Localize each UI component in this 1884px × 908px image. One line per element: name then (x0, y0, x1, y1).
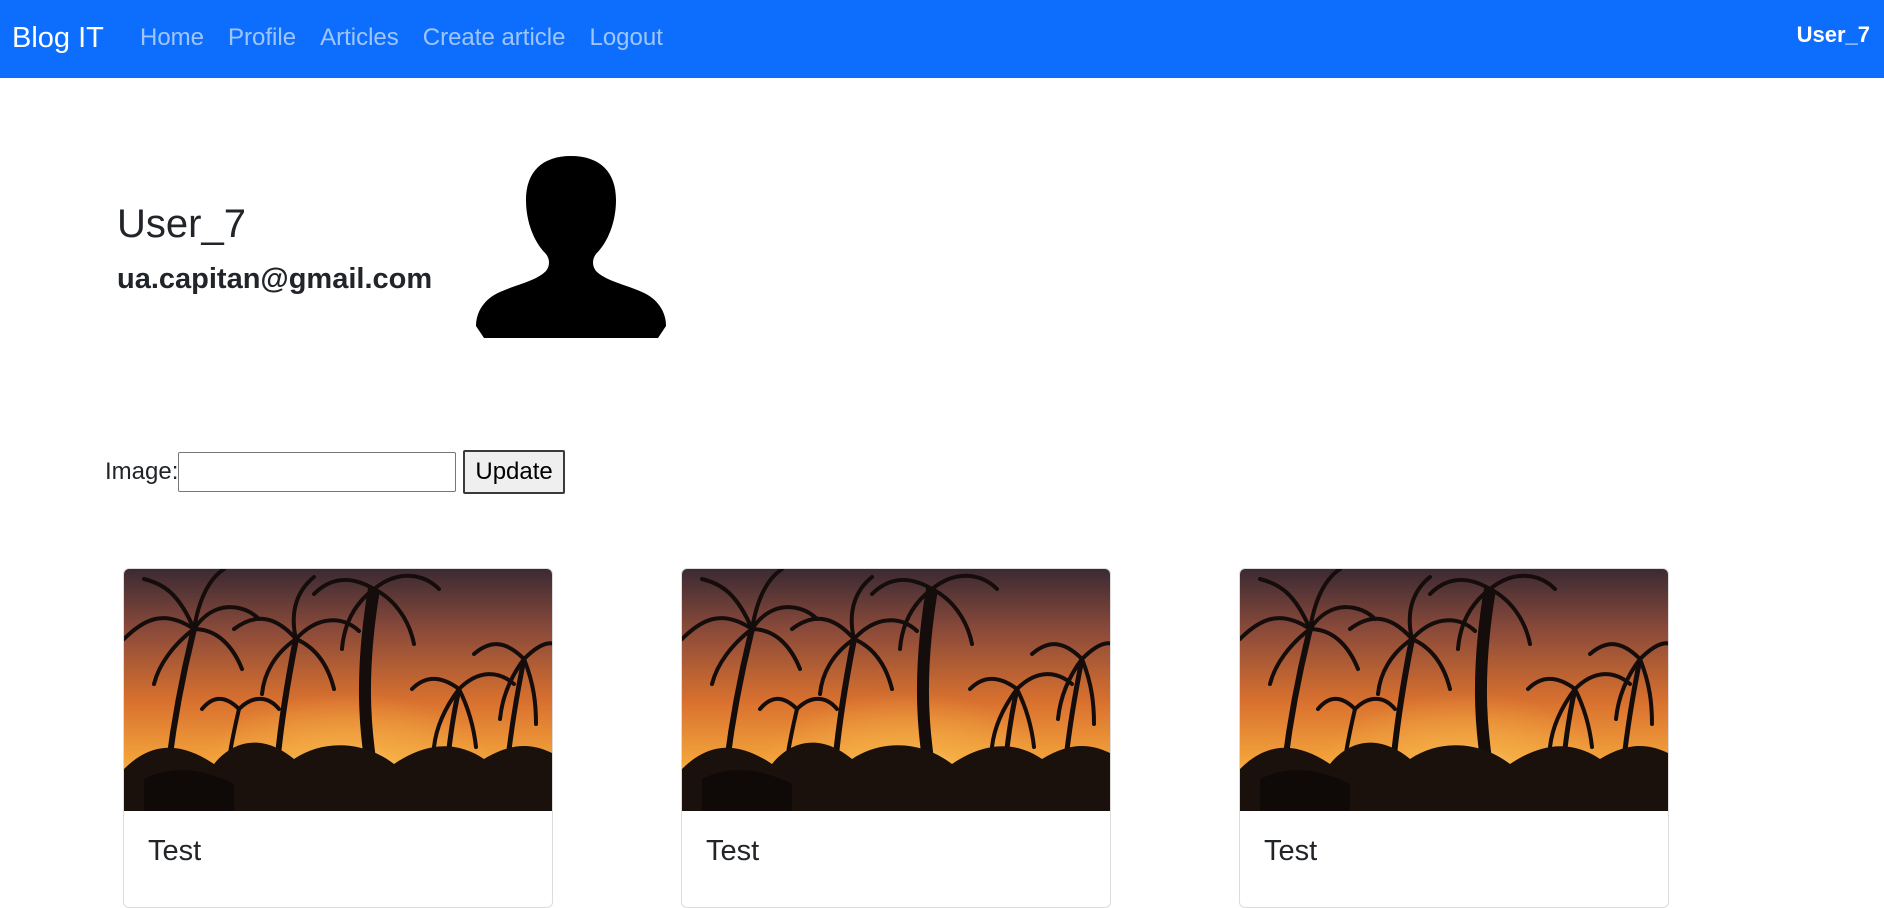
article-image (124, 569, 553, 811)
nav-create-article-link[interactable]: Create article (423, 20, 566, 56)
article-card[interactable]: Test (681, 568, 1111, 908)
image-label: Image: (105, 458, 179, 485)
top-navbar: Blog IT Home Profile Articles Create art… (0, 0, 1884, 78)
nav-logout-link[interactable]: Logout (589, 20, 662, 56)
image-update-form: Image: Update (105, 450, 565, 494)
article-image (682, 569, 1111, 811)
image-input[interactable] (178, 452, 457, 492)
update-button[interactable]: Update (463, 450, 565, 494)
brand-link[interactable]: Blog IT (12, 20, 104, 56)
nav-username: User_7 (1796, 22, 1870, 47)
nav-links: Home Profile Articles Create article Log… (140, 20, 687, 56)
article-image (1240, 569, 1669, 811)
nav-home-link[interactable]: Home (140, 20, 204, 56)
article-title: Test (706, 835, 760, 867)
nav-profile-link[interactable]: Profile (228, 20, 296, 56)
profile-name: User_7 (117, 202, 246, 246)
article-card[interactable]: Test (1239, 568, 1669, 908)
article-title: Test (148, 835, 202, 867)
article-card[interactable]: Test (123, 568, 553, 908)
person-silhouette-icon (474, 154, 668, 338)
profile-email: ua.capitan@gmail.com (117, 263, 433, 295)
article-title: Test (1264, 835, 1318, 867)
nav-articles-link[interactable]: Articles (320, 20, 399, 56)
